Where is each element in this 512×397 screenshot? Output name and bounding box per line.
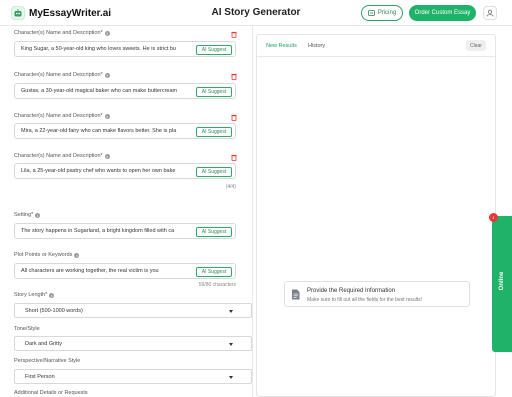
plot-label: Plot Points or Keywords i [14, 252, 80, 258]
character-input[interactable]: Lila, a 25-year-old pastry chef who want… [14, 163, 236, 179]
info-icon: i [104, 153, 110, 159]
notification-badge: 1 [489, 213, 498, 222]
info-icon: i [104, 30, 110, 36]
perspective-select[interactable]: First Person [14, 369, 252, 384]
clear-button[interactable]: Clear [466, 40, 486, 51]
empty-state-title: Provide the Required Information [307, 288, 396, 294]
plot-char-counter: 59/80 characters [198, 282, 236, 288]
ai-suggest-button[interactable]: AI Suggest [196, 87, 232, 97]
ai-suggest-button[interactable]: AI Suggest [196, 167, 232, 177]
character-input-value: Mira, a 22-year-old fairy who can make f… [21, 128, 177, 134]
pricing-label: Pricing [377, 10, 397, 16]
character-input-value: Lila, a 25-year-old pastry chef who want… [21, 168, 176, 174]
tab-history[interactable]: History [308, 43, 325, 49]
additional-details-label: Additional Details or Requests [14, 390, 88, 396]
characters-count: (4/4) [225, 184, 236, 190]
character-input[interactable]: Mira, a 22-year-old fairy who can make f… [14, 123, 236, 139]
ai-suggest-button[interactable]: AI Suggest [196, 127, 232, 137]
caret-down-icon [229, 376, 233, 379]
character-label: Character(s) Name and Description* i [14, 113, 110, 119]
top-header: MyEssayWriter.ai AI Story Generator Pric… [0, 0, 512, 26]
character-input[interactable]: King Sugar, a 50-year-old king who loves… [14, 41, 236, 57]
column-divider [252, 26, 253, 397]
delete-character-icon[interactable] [231, 154, 237, 161]
story-length-label: Story Length* i [14, 292, 55, 298]
ai-suggest-button[interactable]: AI Suggest [196, 45, 232, 55]
tag-icon [367, 10, 375, 16]
info-icon: i [104, 113, 110, 119]
pricing-button[interactable]: Pricing [361, 5, 403, 21]
results-panel: New Results History Clear Provide the Re… [256, 34, 496, 397]
online-label: Online [499, 271, 505, 291]
setting-input-value: The story happens in Sugarland, a bright… [21, 228, 175, 234]
tone-select[interactable]: Dark and Gritty [14, 336, 252, 351]
caret-down-icon [229, 343, 233, 346]
user-icon[interactable] [483, 6, 497, 20]
online-chat-tab[interactable]: Online [492, 216, 512, 352]
character-input-value: Gustav, a 30-year-old magical baker who … [21, 88, 178, 94]
plot-input[interactable]: All characters are working together, the… [14, 263, 236, 279]
story-length-value: Short (500-1000 words) [25, 308, 83, 314]
ai-suggest-button[interactable]: AI Suggest [196, 267, 232, 277]
story-form: Character(s) Name and Description* i King… [0, 26, 252, 397]
tone-label: Tone/Style [14, 326, 40, 332]
tone-value: Dark and Gritty [25, 341, 62, 347]
perspective-label: Perspective/Narrative Style [14, 358, 81, 364]
info-icon: i [35, 212, 41, 218]
tab-new-results[interactable]: New Results [266, 43, 297, 49]
results-tabs: New Results History Clear [257, 35, 495, 57]
empty-state-subtitle: Make sure to fill out all the fields for… [307, 297, 423, 303]
info-icon: i [104, 72, 110, 78]
info-icon: i [74, 252, 80, 258]
delete-character-icon[interactable] [231, 31, 237, 38]
setting-label: Setting* i [14, 212, 41, 218]
perspective-value: First Person [25, 374, 55, 380]
empty-state-card: Provide the Required Information Make su… [284, 281, 470, 307]
caret-down-icon [229, 310, 233, 313]
info-icon: i [49, 292, 55, 298]
order-custom-essay-button[interactable]: Order Custom Essay [409, 5, 476, 21]
delete-character-icon[interactable] [231, 114, 237, 121]
character-input-value: King Sugar, a 50-year-old king who loves… [21, 46, 176, 52]
ai-suggest-button[interactable]: AI Suggest [196, 227, 232, 237]
document-icon [292, 289, 300, 300]
plot-input-value: All characters are working together, the… [21, 268, 159, 274]
character-label: Character(s) Name and Description* i [14, 153, 110, 159]
character-label: Character(s) Name and Description* i [14, 72, 110, 78]
character-input[interactable]: Gustav, a 30-year-old magical baker who … [14, 83, 236, 99]
story-length-select[interactable]: Short (500-1000 words) [14, 303, 252, 318]
setting-input[interactable]: The story happens in Sugarland, a bright… [14, 223, 236, 239]
delete-character-icon[interactable] [231, 73, 237, 80]
character-label: Character(s) Name and Description* i [14, 30, 110, 36]
